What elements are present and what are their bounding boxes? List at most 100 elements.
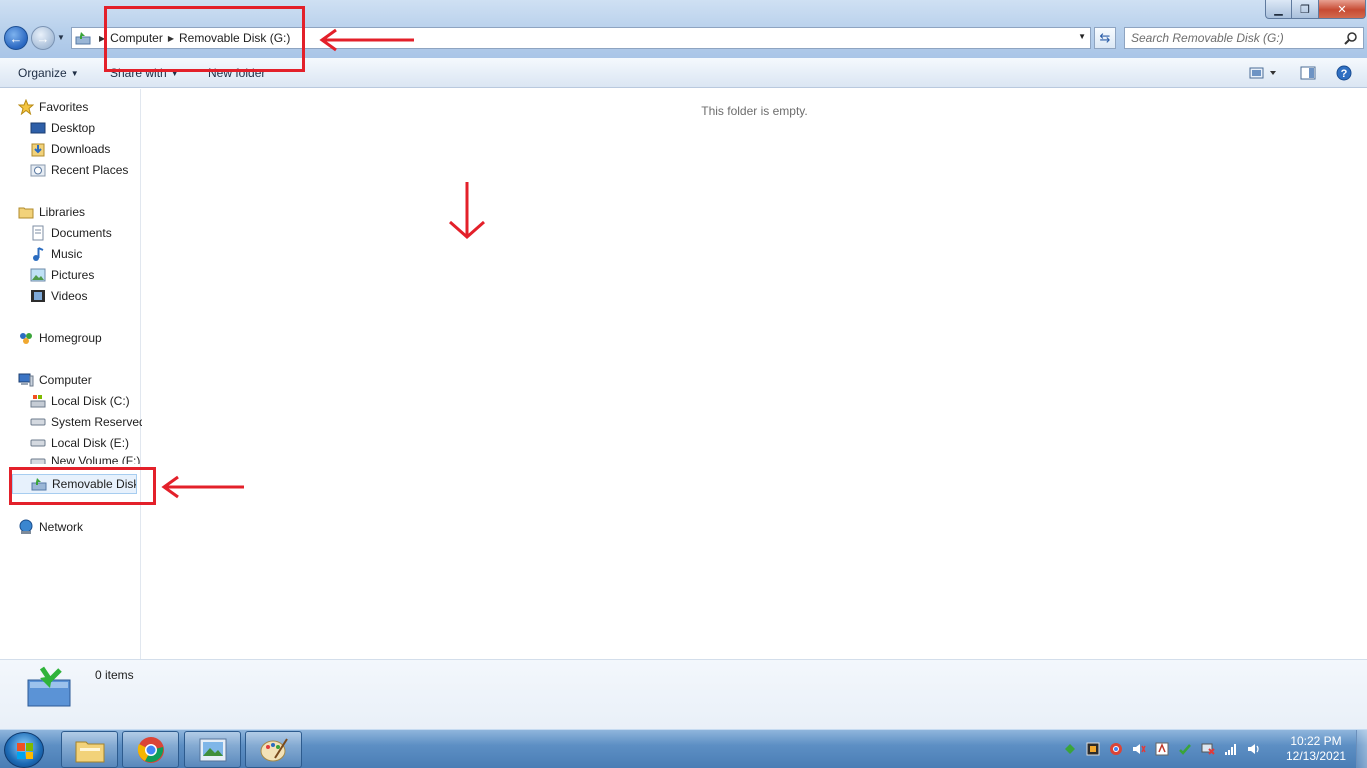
annotation-arrow-down <box>449 182 485 240</box>
nav-item-recent-places[interactable]: Recent Places <box>30 160 128 180</box>
nav-computer[interactable]: Computer <box>18 370 92 390</box>
window-controls: ▁ ❐ ✕ <box>1265 0 1366 19</box>
tray-chrome-icon[interactable] <box>1108 741 1124 757</box>
organize-label: Organize <box>18 66 67 80</box>
recent-places-icon <box>30 162 46 178</box>
taskbar-paint[interactable] <box>245 731 302 768</box>
forward-button[interactable]: → <box>31 26 55 50</box>
svg-text:?: ? <box>1341 68 1348 80</box>
nav-item-label: Pictures <box>51 268 95 282</box>
tray-sync-icon[interactable] <box>1062 741 1078 757</box>
pictures-icon <box>30 267 46 283</box>
removable-disk-icon <box>27 666 71 707</box>
help-button[interactable]: ? <box>1334 64 1354 82</box>
refresh-button[interactable]: ⇆ <box>1094 27 1116 49</box>
nav-computer-label: Computer <box>39 373 92 387</box>
refresh-icon: ⇆ <box>1099 30 1111 45</box>
nav-item-desktop[interactable]: Desktop <box>30 118 95 138</box>
file-list-pane[interactable]: This folder is empty. <box>142 89 1367 659</box>
removable-disk-icon <box>72 28 94 48</box>
organize-menu[interactable]: Organize ▼ <box>18 66 79 80</box>
maximize-button[interactable]: ❐ <box>1292 0 1319 19</box>
nav-item-videos[interactable]: Videos <box>30 286 87 306</box>
minimize-button[interactable]: ▁ <box>1265 0 1292 19</box>
tray-speaker-icon[interactable] <box>1131 741 1147 757</box>
preview-pane-button[interactable] <box>1298 64 1318 82</box>
nav-favorites[interactable]: Favorites <box>18 97 88 117</box>
tray-volume-icon[interactable] <box>1246 741 1262 757</box>
videos-icon <box>30 288 46 304</box>
tray-app-icon[interactable] <box>1085 741 1101 757</box>
system-tray <box>1062 738 1262 760</box>
nav-item-label: Music <box>51 247 83 261</box>
recent-pages-dropdown[interactable]: ▼ <box>57 33 66 43</box>
hard-disk-icon <box>30 393 46 409</box>
nav-item-label: Recent Places <box>51 163 129 177</box>
computer-icon <box>18 372 34 388</box>
nav-item-label: New Volume (F:) <box>51 454 141 464</box>
item-count: 0 items <box>95 668 134 682</box>
annotation-arrow-removable-disk <box>161 475 244 499</box>
nav-network[interactable]: Network <box>18 517 83 537</box>
details-pane: 0 items <box>0 659 1367 729</box>
tray-network-error-icon[interactable] <box>1200 741 1216 757</box>
nav-libraries-label: Libraries <box>39 205 86 219</box>
nav-favorites-label: Favorites <box>39 100 89 114</box>
hard-disk-icon <box>30 435 46 451</box>
close-button[interactable]: ✕ <box>1319 0 1366 19</box>
downloads-icon <box>30 141 46 157</box>
taskbar-explorer[interactable] <box>61 731 118 768</box>
nav-item-label: Local Disk (E:) <box>51 436 130 450</box>
nav-item-label: Desktop <box>51 121 96 135</box>
show-desktop-button[interactable] <box>1356 730 1367 768</box>
clock-time: 10:22 PM <box>1290 734 1342 748</box>
nav-item-local-disk-e[interactable]: Local Disk (E:) <box>30 433 129 453</box>
annotation-box-address <box>104 6 305 72</box>
nav-item-new-volume-f[interactable]: New Volume (F:) <box>30 454 140 464</box>
nav-item-pictures[interactable]: Pictures <box>30 265 94 285</box>
photo-viewer-icon <box>199 738 226 761</box>
start-button[interactable] <box>4 732 44 768</box>
preview-pane-icon <box>1300 66 1316 80</box>
nav-item-downloads[interactable]: Downloads <box>30 139 110 159</box>
back-arrow-icon: ← <box>9 30 23 46</box>
help-icon: ? <box>1336 65 1352 81</box>
homegroup-icon <box>18 330 34 346</box>
nav-item-local-disk-c[interactable]: Local Disk (C:) <box>30 391 130 411</box>
hard-disk-icon <box>30 414 46 430</box>
documents-icon <box>30 225 46 241</box>
hard-disk-icon <box>30 454 46 464</box>
nav-item-label: Documents <box>51 226 112 240</box>
search-input[interactable] <box>1125 28 1335 48</box>
view-options-icon <box>1249 67 1276 79</box>
nav-item-system-reserved[interactable]: System Reserved <box>30 412 146 432</box>
network-icon <box>18 519 34 535</box>
windows-logo-icon <box>17 743 33 759</box>
nav-homegroup[interactable]: Homegroup <box>18 328 102 348</box>
explorer-icon <box>75 741 104 762</box>
change-view-button[interactable] <box>1245 64 1281 82</box>
search-box[interactable] <box>1124 27 1364 49</box>
annotation-box-removable-disk <box>9 467 156 505</box>
tray-signal-icon[interactable] <box>1223 741 1239 757</box>
nav-libraries[interactable]: Libraries <box>18 202 85 222</box>
taskbar-chrome[interactable] <box>122 731 179 768</box>
nav-item-music[interactable]: Music <box>30 244 82 264</box>
tray-download-icon[interactable] <box>1154 741 1170 757</box>
empty-folder-message: This folder is empty. <box>701 104 808 118</box>
nav-item-label: Downloads <box>51 142 111 156</box>
search-icon[interactable] <box>1344 31 1358 45</box>
chrome-icon <box>137 736 164 763</box>
address-history-dropdown[interactable]: ▼ <box>1078 32 1086 41</box>
libraries-icon <box>18 204 34 220</box>
clock-date: 12/13/2021 <box>1286 749 1347 763</box>
nav-item-documents[interactable]: Documents <box>30 223 112 243</box>
taskbar-photo-viewer[interactable] <box>184 731 241 768</box>
tray-security-icon[interactable] <box>1177 741 1193 757</box>
nav-homegroup-label: Homegroup <box>39 331 102 345</box>
navigation-pane: Favorites Desktop Downloads Recent Place… <box>0 89 146 659</box>
paint-icon <box>260 737 288 761</box>
back-button[interactable]: ← <box>4 26 28 50</box>
nav-item-label: Local Disk (C:) <box>51 394 130 408</box>
taskbar-clock[interactable]: 10:22 PM 12/13/2021 <box>1286 734 1346 764</box>
